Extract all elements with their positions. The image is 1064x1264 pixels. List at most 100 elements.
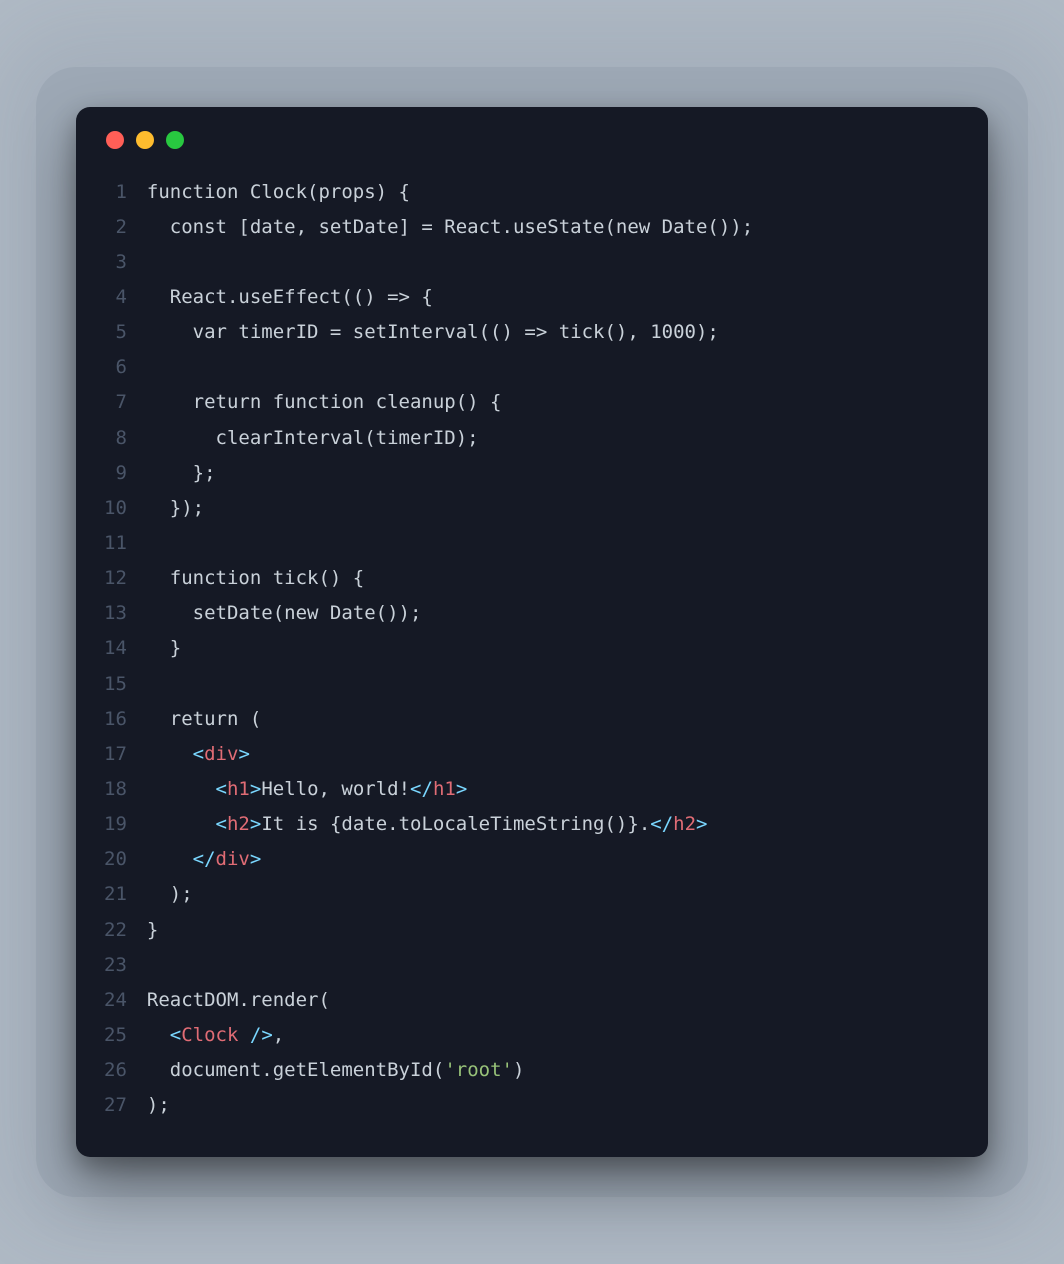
line-number: 18: [104, 772, 127, 807]
token-tag: div: [204, 743, 238, 765]
token-default: setDate(new Date());: [147, 602, 422, 624]
line-number: 13: [104, 596, 127, 631]
line-number: 21: [104, 877, 127, 912]
token-tag: h2: [673, 813, 696, 835]
code-line: return (: [147, 702, 753, 737]
line-number: 3: [104, 245, 127, 280]
code-line: );: [147, 1088, 753, 1123]
token-default: ,: [273, 1024, 284, 1046]
code-line: [147, 667, 753, 702]
code-line: function Clock(props) {: [147, 175, 753, 210]
code-line: <Clock />,: [147, 1018, 753, 1053]
token-bracket: </: [410, 778, 433, 800]
window-glow: 1234567891011121314151617181920212223242…: [36, 67, 1028, 1198]
code-line: });: [147, 491, 753, 526]
code-line: ReactDOM.render(: [147, 983, 753, 1018]
token-default: [147, 813, 216, 835]
line-number: 23: [104, 948, 127, 983]
token-default: [238, 1024, 249, 1046]
token-tag: h2: [227, 813, 250, 835]
token-bracket: >: [696, 813, 707, 835]
token-default: function tick() {: [147, 567, 364, 589]
token-tag: div: [216, 848, 250, 870]
token-tag: h1: [227, 778, 250, 800]
code-line: const [date, setDate] = React.useState(n…: [147, 210, 753, 245]
line-number: 2: [104, 210, 127, 245]
token-bracket: >: [238, 743, 249, 765]
code-line: React.useEffect(() => {: [147, 280, 753, 315]
minimize-icon[interactable]: [136, 131, 154, 149]
token-default: const [date, setDate] = React.useState(n…: [147, 216, 753, 238]
code-line: function tick() {: [147, 561, 753, 596]
code-line: <h2>It is {date.toLocaleTimeString()}.</…: [147, 807, 753, 842]
token-bracket: <: [216, 813, 227, 835]
line-number: 1: [104, 175, 127, 210]
token-default: [147, 743, 193, 765]
code-line: clearInterval(timerID);: [147, 421, 753, 456]
token-default: [147, 1024, 170, 1046]
code-line: var timerID = setInterval(() => tick(), …: [147, 315, 753, 350]
line-number-gutter: 1234567891011121314151617181920212223242…: [104, 175, 147, 1124]
token-default: [147, 778, 216, 800]
line-number: 22: [104, 913, 127, 948]
token-default: };: [147, 462, 216, 484]
line-number: 9: [104, 456, 127, 491]
code-window: 1234567891011121314151617181920212223242…: [76, 107, 988, 1158]
token-bracket: <: [170, 1024, 181, 1046]
token-bracket: </: [193, 848, 216, 870]
token-bracket: />: [250, 1024, 273, 1046]
code-line: }: [147, 913, 753, 948]
token-bracket: <: [216, 778, 227, 800]
line-number: 26: [104, 1053, 127, 1088]
token-default: ): [513, 1059, 524, 1081]
line-number: 25: [104, 1018, 127, 1053]
line-number: 15: [104, 667, 127, 702]
token-bracket: >: [250, 778, 261, 800]
line-number: 17: [104, 737, 127, 772]
line-number: 11: [104, 526, 127, 561]
code-line: );: [147, 877, 753, 912]
token-default: });: [147, 497, 204, 519]
maximize-icon[interactable]: [166, 131, 184, 149]
token-default: ReactDOM.render(: [147, 989, 330, 1011]
token-default: document.getElementById(: [147, 1059, 444, 1081]
token-default: It is {date.toLocaleTimeString()}.: [261, 813, 650, 835]
line-number: 14: [104, 631, 127, 666]
token-bracket: >: [456, 778, 467, 800]
code-line: [147, 350, 753, 385]
code-line: return function cleanup() {: [147, 385, 753, 420]
token-default: Hello, world!: [261, 778, 410, 800]
code-line: <div>: [147, 737, 753, 772]
line-number: 19: [104, 807, 127, 842]
code-line: </div>: [147, 842, 753, 877]
token-default: React.useEffect(() => {: [147, 286, 433, 308]
close-icon[interactable]: [106, 131, 124, 149]
token-default: return (: [147, 708, 261, 730]
code-line: [147, 245, 753, 280]
token-default: );: [147, 1094, 170, 1116]
code-line: };: [147, 456, 753, 491]
line-number: 20: [104, 842, 127, 877]
token-tag: h1: [433, 778, 456, 800]
token-default: }: [147, 637, 181, 659]
line-number: 7: [104, 385, 127, 420]
code-editor: 1234567891011121314151617181920212223242…: [104, 175, 960, 1124]
token-tag: Clock: [181, 1024, 238, 1046]
line-number: 6: [104, 350, 127, 385]
code-line: }: [147, 631, 753, 666]
code-line: setDate(new Date());: [147, 596, 753, 631]
token-default: }: [147, 919, 158, 941]
line-number: 10: [104, 491, 127, 526]
line-number: 27: [104, 1088, 127, 1123]
line-number: 4: [104, 280, 127, 315]
code-content[interactable]: function Clock(props) { const [date, set…: [147, 175, 753, 1124]
token-default: var timerID = setInterval(() => tick(), …: [147, 321, 719, 343]
token-bracket: >: [250, 848, 261, 870]
code-line: <h1>Hello, world!</h1>: [147, 772, 753, 807]
code-line: [147, 948, 753, 983]
line-number: 5: [104, 315, 127, 350]
line-number: 12: [104, 561, 127, 596]
code-line: [147, 526, 753, 561]
token-bracket: </: [650, 813, 673, 835]
token-default: return function cleanup() {: [147, 391, 502, 413]
